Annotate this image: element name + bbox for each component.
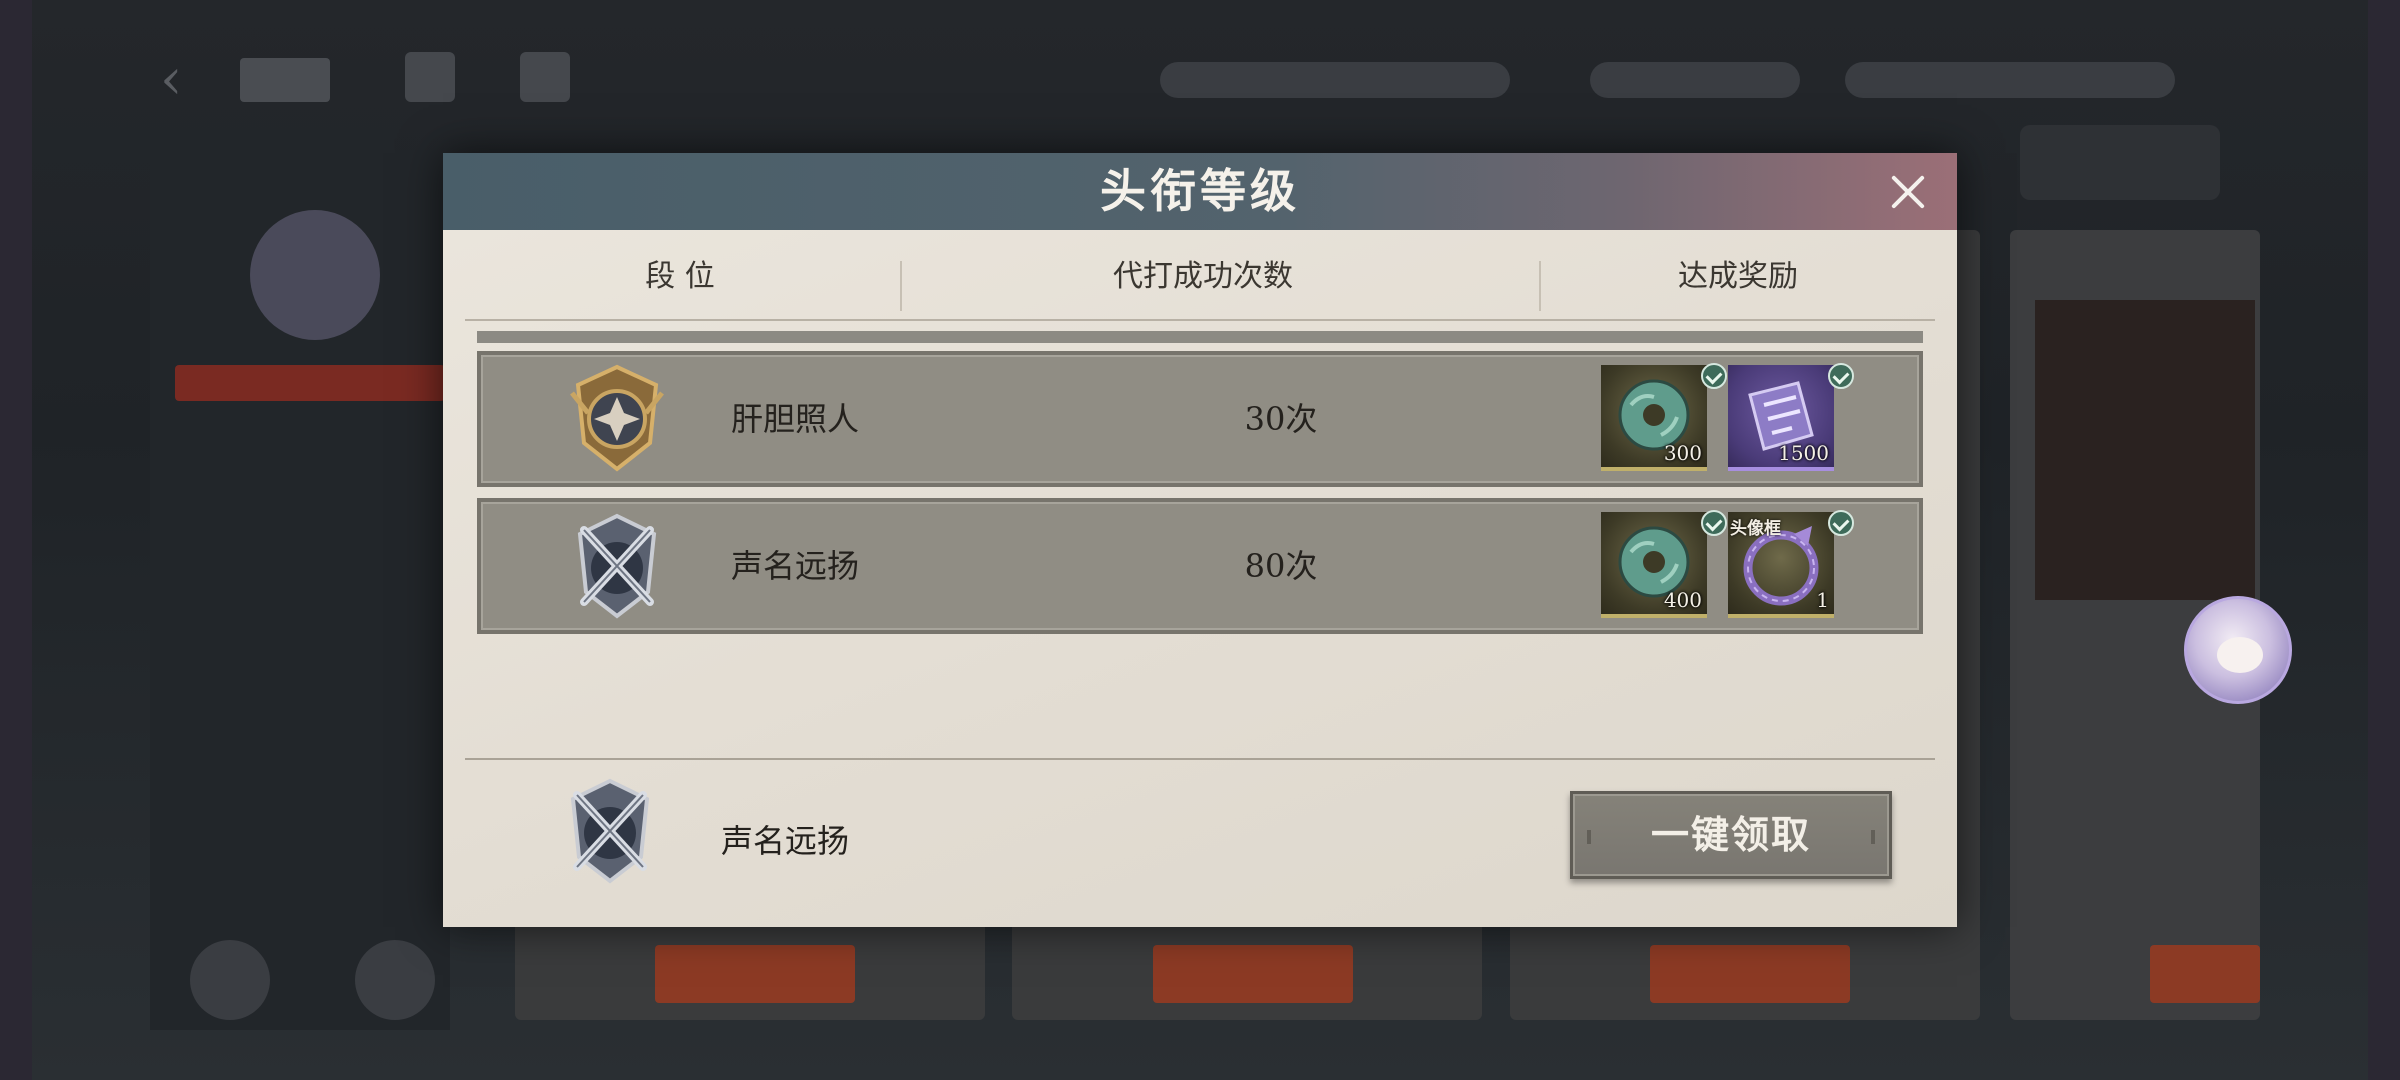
header-strip [477,331,1923,343]
silver-crossed-swords-rank-icon [570,778,650,884]
column-header-count: 代打成功次数 [1113,259,1293,294]
success-count: 80次 [1244,547,1318,585]
background-right-border [2368,0,2400,1080]
column-header-reward: 达成奖励 [1678,259,1798,294]
home-icon [405,52,455,102]
bag-icon [520,52,570,102]
close-icon[interactable] [1883,167,1933,217]
background-card-image [2035,300,2255,600]
background-currency-bar [1590,62,1800,98]
background-card-button [1153,945,1353,1003]
background-bottom-icon [190,940,270,1020]
column-header-rank: 段 位 [645,259,715,294]
button-notch [1871,830,1875,844]
reward-item[interactable]: 1500 [1728,365,1834,471]
title-level-dialog: 头衔等级 段 位 代打成功次数 达成奖励 肝胆照人 30次 300 1500 声… [443,153,1957,927]
rank-name: 声名远扬 [731,547,860,585]
rank-row: 声名远扬 80次 400 头像框 1 [477,498,1923,634]
background-page-title [240,58,330,102]
column-divider [1539,261,1541,311]
background-rank-emblem [250,210,380,340]
background-card-button [1650,945,1850,1003]
bronze-shield-rank-icon [570,364,664,472]
reward-item[interactable]: 头像框 1 [1728,512,1834,618]
back-arrow-icon: ‹ [160,47,183,112]
dialog-title: 头衔等级 [1100,164,1300,218]
reward-quantity: 1 [1816,588,1829,612]
claim-all-button[interactable]: 一键领取 [1570,791,1892,879]
dialog-header: 头衔等级 [443,153,1957,230]
claimed-check-icon [1828,510,1854,536]
silver-crossed-swords-rank-icon [577,513,657,619]
rank-row: 肝胆照人 30次 300 1500 [477,351,1923,487]
background-currency-bar [1845,62,2175,98]
reward-tag: 头像框 [1730,519,1781,539]
success-count: 30次 [1244,400,1318,438]
footer-divider [465,758,1935,760]
claimed-check-icon [1701,510,1727,536]
mascot-assistant-icon[interactable] [2184,596,2292,704]
column-divider [900,261,902,311]
background-card-button [655,945,855,1003]
reward-quantity: 400 [1663,588,1702,612]
background-red-bar [175,365,445,401]
background-bottom-icon [355,940,435,1020]
claimed-check-icon [1828,363,1854,389]
background-left-border [0,0,32,1080]
current-rank-name: 声名远扬 [721,822,850,860]
background-filter-button [2020,125,2220,200]
claim-all-label: 一键领取 [1650,812,1811,857]
reward-item[interactable]: 300 [1601,365,1707,471]
background-card-button [2150,945,2260,1003]
claimed-check-icon [1701,363,1727,389]
reward-quantity: 1500 [1778,441,1829,465]
rank-name: 肝胆照人 [731,400,860,438]
button-notch [1587,830,1591,844]
header-divider [465,319,1935,321]
reward-quantity: 300 [1663,441,1702,465]
background-currency-bar [1160,62,1510,98]
reward-item[interactable]: 400 [1601,512,1707,618]
